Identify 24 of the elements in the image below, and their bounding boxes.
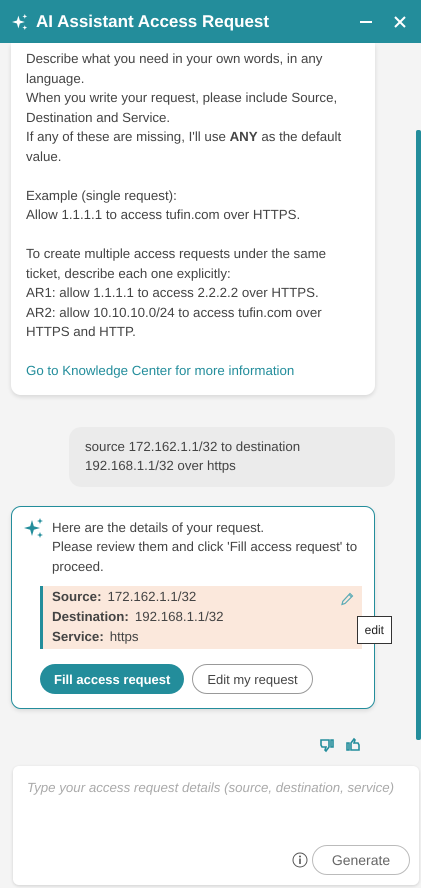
- knowledge-center-link[interactable]: Go to Knowledge Center for more information: [26, 361, 294, 380]
- window-title: AI Assistant Access Request: [36, 12, 270, 32]
- detail-value: 172.162.1.1/32: [108, 589, 196, 604]
- pencil-icon[interactable]: [340, 592, 354, 606]
- message-paragraph: Example (single request): Allow 1.1.1.1 to access tufin.com over HTTPS.: [26, 186, 302, 224]
- generate-button[interactable]: Generate: [312, 845, 410, 875]
- info-icon[interactable]: [292, 852, 308, 868]
- sparkle-icon: [12, 14, 28, 30]
- message-paragraph: To create multiple access requests under the same ticket, describe each one explicitly: AR1: allow 1.1.1.1 to access 2.2.2.2 over HTTPS. AR2: allow 10.10.10.0/24 to access tufin.com over HTTPS and HTTP.: [26, 245, 328, 341]
- thumbs-down-icon[interactable]: [320, 737, 336, 753]
- reply-text: Here are the details of your request. Please review them and click 'Fill access request' to proceed.: [52, 518, 358, 576]
- detail-value: https: [110, 629, 139, 644]
- scrollbar[interactable]: [416, 130, 421, 740]
- detail-label: Destination:: [52, 609, 129, 624]
- detail-label: Service:: [52, 629, 104, 644]
- detail-value: 192.168.1.1/32: [134, 609, 224, 624]
- message-paragraph: Describe what you need in your own words, in any language. When you write your request, please include Source, Destination and Service. If any of these are missing, I'll use ANY as the default value.: [26, 50, 342, 166]
- thumbs-up-icon[interactable]: [344, 737, 360, 753]
- detail-label: Source:: [52, 589, 102, 604]
- user-message: source 172.162.1.1/32 to destination 192.168.1.1/32 over https: [69, 426, 395, 486]
- edit-tooltip: edit: [356, 616, 392, 644]
- fill-request-button[interactable]: Fill access request: [40, 664, 184, 694]
- edit-request-button[interactable]: Edit my request: [192, 664, 313, 694]
- sparkle-icon: [24, 518, 44, 538]
